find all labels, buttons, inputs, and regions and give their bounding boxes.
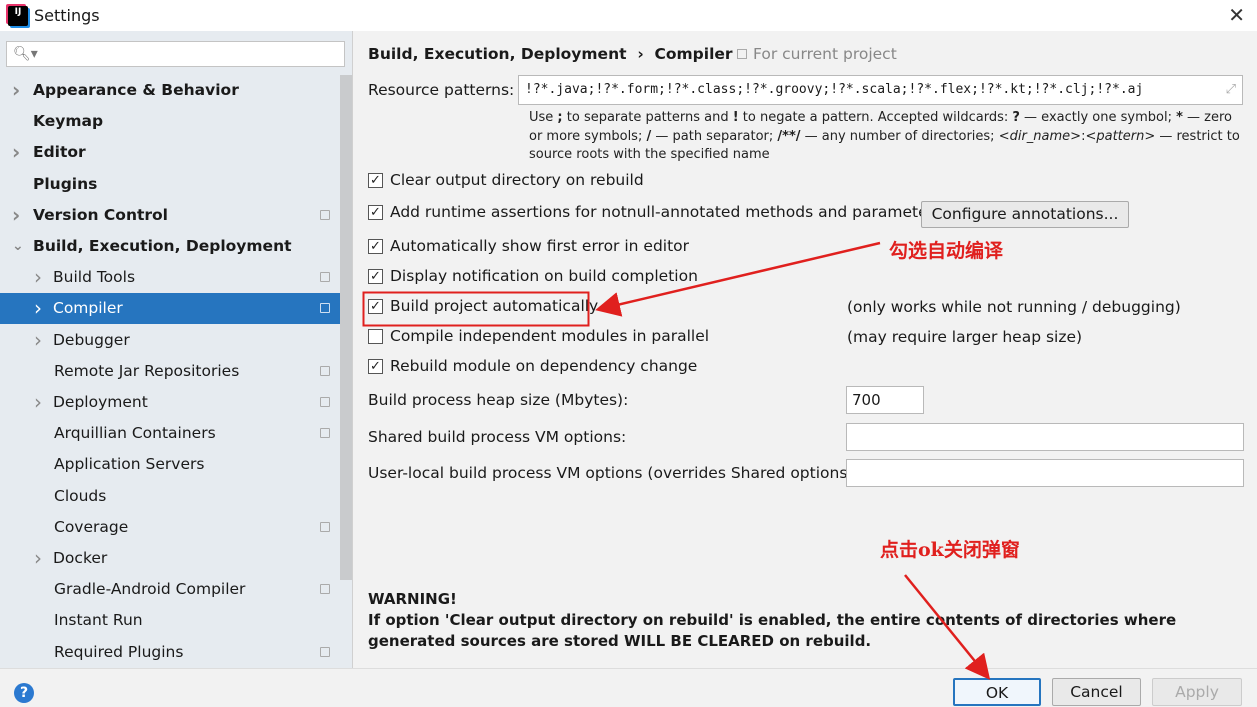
- highlight-box: [362, 291, 590, 327]
- annotation-check-note: 勾选自动编译: [889, 240, 1004, 262]
- annotation-ok-note: 点击ok关闭弹窗: [880, 539, 1020, 561]
- arrow-to-ok: [904, 574, 991, 680]
- arrow-to-checkbox: [595, 241, 881, 317]
- annotation-overlay: [362, 241, 991, 680]
